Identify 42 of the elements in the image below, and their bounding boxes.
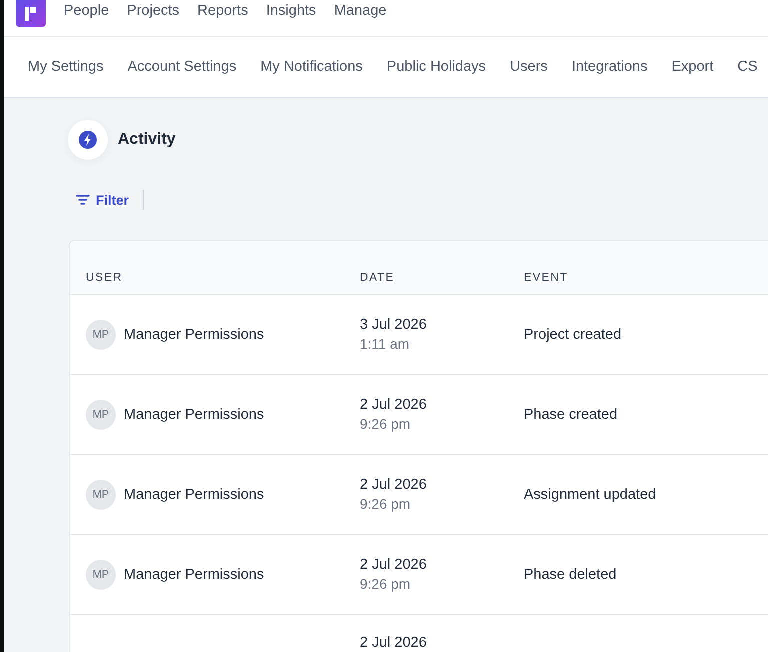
column-header: EVENT: [524, 270, 570, 284]
event-time: 9:26 pm: [360, 416, 412, 432]
user-name: Manager Permissions: [124, 406, 264, 422]
user-avatar: MP: [86, 320, 116, 350]
nav-link[interactable]: Manage: [334, 2, 387, 20]
event-name: Project created: [524, 326, 622, 342]
filter-icon: [76, 194, 90, 206]
settings-tab[interactable]: CS: [738, 59, 758, 75]
event-time: 1:11 am: [360, 336, 411, 352]
user-name: Manager Permissions: [124, 486, 264, 502]
event-date: 3 Jul 2026: [360, 317, 428, 333]
event-date: 2 Jul 2026: [360, 557, 428, 573]
event-time: 9:26 pm: [360, 576, 412, 592]
settings-tab[interactable]: Export: [672, 59, 714, 75]
user-name: Manager Permissions: [124, 566, 264, 582]
nav-link[interactable]: People: [64, 2, 110, 20]
column-header: USER: [86, 270, 124, 284]
lightning-icon: [79, 131, 97, 149]
nav-link[interactable]: Reports: [198, 2, 248, 20]
user-avatar: MP: [86, 560, 116, 590]
settings-tab[interactable]: Account Settings: [128, 59, 237, 75]
event-time: 9:26 pm: [360, 496, 412, 512]
page-title: Activity: [118, 131, 176, 149]
column-header: DATE: [360, 270, 396, 284]
nav-link[interactable]: Insights: [266, 2, 316, 20]
event-date: 2 Jul 2026: [360, 397, 428, 413]
app-logo[interactable]: [16, 0, 46, 27]
settings-tab[interactable]: Public Holidays: [386, 59, 486, 75]
event-name: Phase deleted: [524, 566, 617, 582]
event-date: 2 Jul 2026: [360, 635, 428, 651]
filter-button[interactable]: Filter: [76, 192, 130, 208]
user-avatar: MP: [86, 400, 116, 430]
settings-tab[interactable]: My Settings: [28, 59, 104, 75]
nav-link[interactable]: Projects: [127, 2, 180, 20]
user-avatar: MP: [86, 480, 116, 510]
event-name: Assignment updated: [524, 486, 656, 502]
event-name: Phase created: [524, 406, 618, 422]
user-name: Manager Permissions: [124, 326, 264, 342]
settings-tab[interactable]: My Notifications: [260, 59, 363, 75]
settings-tab[interactable]: Users: [510, 59, 548, 75]
settings-tab[interactable]: Integrations: [572, 59, 648, 75]
event-date: 2 Jul 2026: [360, 477, 428, 493]
